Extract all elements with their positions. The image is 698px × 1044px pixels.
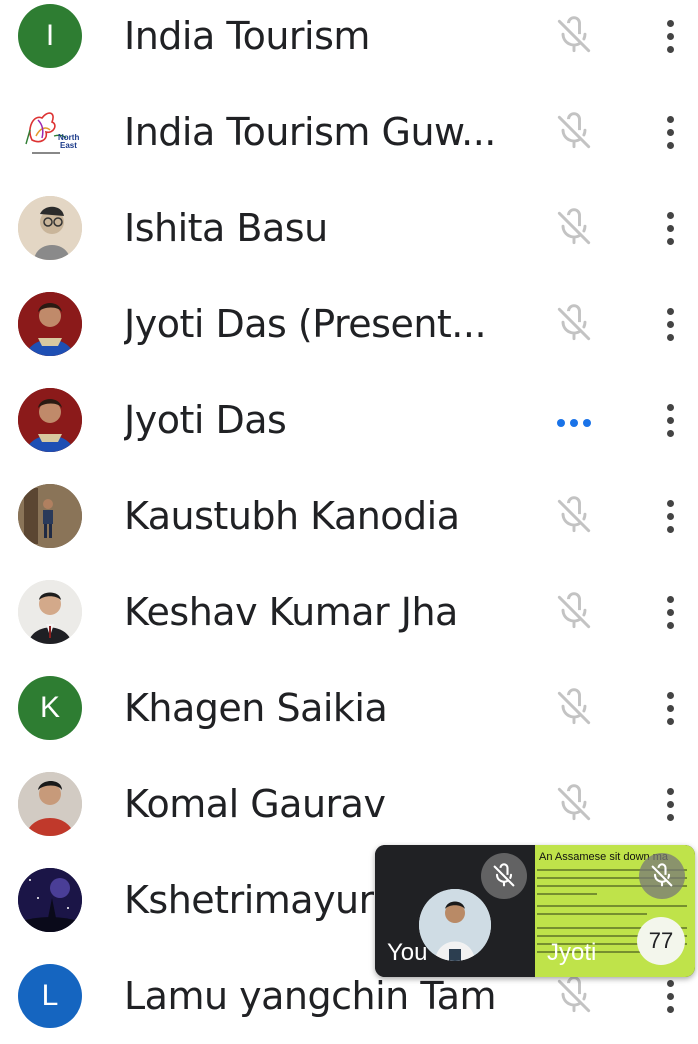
- avatar: [18, 292, 82, 356]
- participant-name: Komal Gaurav: [124, 782, 386, 826]
- more-vert-icon[interactable]: [656, 110, 684, 154]
- participant-row[interactable]: North East India Tourism Guw...: [0, 84, 698, 180]
- participant-row[interactable]: Keshav Kumar Jha: [0, 564, 698, 660]
- svg-text:East: East: [60, 141, 77, 150]
- mic-off-icon: [552, 110, 596, 154]
- north-east-logo-avatar: North East: [18, 100, 82, 164]
- avatar: [18, 772, 82, 836]
- mic-off-icon: [552, 14, 596, 58]
- slide-text-line: [537, 913, 647, 915]
- avatar: [18, 196, 82, 260]
- participant-name: Keshav Kumar Jha: [124, 590, 458, 634]
- more-vert-icon[interactable]: [656, 782, 684, 826]
- participant-row[interactable]: Kaustubh Kanodia: [0, 468, 698, 564]
- slide-text-line: [537, 905, 687, 907]
- participant-name: Kaustubh Kanodia: [124, 494, 460, 538]
- participant-count-badge[interactable]: 77: [637, 917, 685, 965]
- more-vert-icon[interactable]: [656, 206, 684, 250]
- mic-off-icon: [552, 686, 596, 730]
- avatar: K: [18, 676, 82, 740]
- mic-off-icon: [639, 853, 685, 899]
- participant-name: Ishita Basu: [124, 206, 328, 250]
- participant-row[interactable]: Jyoti Das (Present...: [0, 276, 698, 372]
- avatar-letter: L: [41, 979, 59, 1012]
- avatar: [18, 580, 82, 644]
- participant-name: Jyoti Das (Present...: [124, 302, 487, 346]
- more-vert-icon[interactable]: [656, 686, 684, 730]
- participant-row[interactable]: Ishita Basu: [0, 180, 698, 276]
- participant-row[interactable]: Komal Gaurav: [0, 756, 698, 852]
- self-avatar: [419, 889, 491, 961]
- more-vert-icon[interactable]: [656, 974, 684, 1018]
- mic-off-icon: [552, 302, 596, 346]
- audio-dots-icon: [555, 414, 593, 427]
- avatar: L: [18, 964, 82, 1028]
- presenter-video-tile[interactable]: An Assamese sit down ma Jyoti 77: [535, 845, 695, 977]
- floating-video-tiles[interactable]: You An Assamese sit down ma Jyoti 77: [375, 845, 695, 977]
- more-vert-icon[interactable]: [656, 302, 684, 346]
- mic-off-icon: [552, 494, 596, 538]
- self-tile-label: You: [387, 939, 428, 966]
- avatar: [18, 868, 82, 932]
- participant-row[interactable]: I India Tourism: [0, 0, 698, 84]
- participant-row[interactable]: K Khagen Saikia: [0, 660, 698, 756]
- avatar: [18, 484, 82, 548]
- presenter-tile-label: Jyoti: [547, 939, 597, 966]
- participant-name: Jyoti Das: [124, 398, 287, 442]
- participant-name: Kshetrimayur: [124, 878, 374, 922]
- more-vert-icon[interactable]: [656, 398, 684, 442]
- slide-text-line: [537, 893, 597, 895]
- self-video-tile[interactable]: You: [375, 845, 535, 977]
- avatar: I: [18, 4, 82, 68]
- participant-name: Khagen Saikia: [124, 686, 388, 730]
- mic-off-icon: [552, 206, 596, 250]
- more-vert-icon[interactable]: [656, 14, 684, 58]
- more-vert-icon[interactable]: [656, 494, 684, 538]
- participant-row[interactable]: Jyoti Das: [0, 372, 698, 468]
- participant-name: Lamu yangchin Tam: [124, 974, 497, 1018]
- avatar-letter: I: [45, 19, 55, 52]
- participant-name: India Tourism Guw...: [124, 110, 496, 154]
- mic-off-icon: [552, 974, 596, 1018]
- participant-name: India Tourism: [124, 14, 370, 58]
- more-vert-icon[interactable]: [656, 590, 684, 634]
- mic-off-icon: [552, 782, 596, 826]
- avatar-letter: K: [39, 691, 60, 724]
- avatar: [18, 388, 82, 452]
- mic-off-icon: [552, 590, 596, 634]
- mic-off-icon: [481, 853, 527, 899]
